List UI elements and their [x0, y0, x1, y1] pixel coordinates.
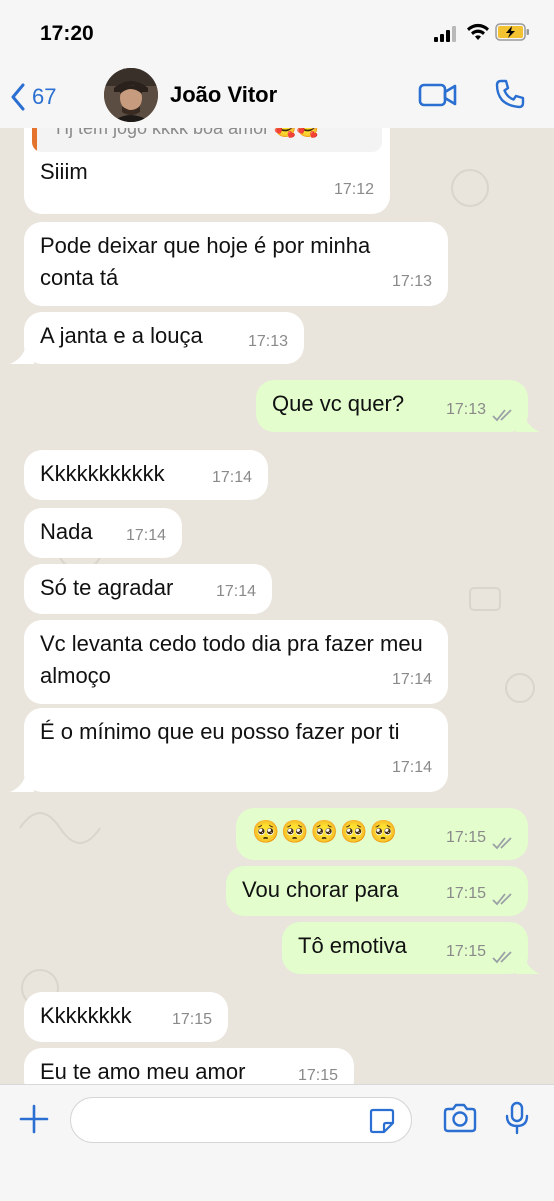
message-input[interactable]	[70, 1097, 412, 1143]
phone-icon[interactable]	[494, 78, 526, 110]
avatar[interactable]	[104, 68, 158, 122]
reply-quote-text: Hj tem jogo kkkk boa amor 🥰🥰	[56, 128, 319, 138]
message-time: 17:15	[445, 829, 486, 846]
bubble-tail	[516, 412, 540, 432]
message-text: Vou chorar para	[242, 877, 399, 902]
message-time: 17:13	[391, 273, 432, 290]
contact-photo	[104, 68, 158, 122]
wifi-icon	[467, 23, 489, 40]
message-text: Tô emotiva	[298, 933, 407, 958]
message-text: Só te agradar	[40, 575, 174, 600]
message-incoming[interactable]: Pode deixar que hoje é por minha conta t…	[24, 222, 448, 306]
chat-area[interactable]: Hj tem jogo kkkk boa amor 🥰🥰 Siiim 17:12…	[0, 128, 554, 1084]
message-time: 17:13	[445, 401, 486, 418]
message-text: 🥺🥺🥺🥺🥺	[252, 819, 399, 844]
message-text: Que vc quer?	[272, 391, 405, 416]
message-time: 17:14	[211, 469, 252, 486]
back-button[interactable]: 67	[10, 80, 80, 114]
message-text: Kkkkkkkk	[40, 1003, 132, 1028]
chevron-left-icon	[11, 83, 25, 111]
message-outgoing[interactable]: Tô emotiva 17:15	[282, 922, 528, 974]
message-outgoing[interactable]: 🥺🥺🥺🥺🥺 17:15	[236, 808, 528, 860]
message-incoming[interactable]: Kkkkkkkkkkk 17:14	[24, 450, 268, 500]
message-time: 17:15	[297, 1067, 338, 1084]
status-time: 17:20	[40, 22, 94, 45]
bubble-tail	[10, 344, 34, 364]
message-composer	[0, 1084, 554, 1201]
message-text: É o mínimo que eu posso fazer por ti	[40, 719, 400, 744]
battery-charging-icon	[495, 23, 529, 41]
message-time: 17:14	[391, 759, 432, 776]
message-incoming[interactable]: Hj tem jogo kkkk boa amor 🥰🥰 Siiim 17:12	[24, 128, 390, 214]
reply-accent-bar	[32, 128, 37, 152]
bubble-tail	[10, 772, 34, 792]
plus-icon[interactable]	[18, 1103, 50, 1135]
message-time: 17:15	[445, 885, 486, 902]
reply-quote[interactable]: Hj tem jogo kkkk boa amor 🥰🥰	[32, 128, 382, 152]
message-incoming[interactable]: A janta e a louça 17:13	[24, 312, 304, 364]
message-time: 17:12	[333, 181, 374, 198]
message-time: 17:13	[247, 333, 288, 350]
double-check-read-icon	[492, 951, 512, 964]
status-bar: 17:20	[0, 0, 554, 64]
message-time: 17:14	[215, 583, 256, 600]
message-text: Pode deixar que hoje é por minha conta t…	[40, 233, 371, 290]
microphone-icon[interactable]	[504, 1101, 530, 1135]
chat-header: 67 João Vitor	[0, 64, 554, 129]
message-time: 17:15	[445, 943, 486, 960]
message-outgoing[interactable]: Vou chorar para 17:15	[226, 866, 528, 916]
message-text: Kkkkkkkkkkk	[40, 461, 165, 486]
message-incoming[interactable]: Vc levanta cedo todo dia pra fazer meu a…	[24, 620, 448, 704]
message-time: 17:14	[391, 671, 432, 688]
message-incoming[interactable]: Eu te amo meu amor 17:15	[24, 1048, 354, 1084]
cellular-signal-icon	[434, 26, 456, 42]
message-incoming[interactable]: Kkkkkkkk 17:15	[24, 992, 228, 1042]
message-text: Vc levanta cedo todo dia pra fazer meu a…	[40, 631, 423, 688]
double-check-read-icon	[492, 893, 512, 906]
double-check-read-icon	[492, 409, 512, 422]
message-incoming[interactable]: É o mínimo que eu posso fazer por ti 17:…	[24, 708, 448, 792]
message-text: Siiim	[40, 159, 88, 184]
bubble-tail	[516, 954, 540, 974]
message-text: A janta e a louça	[40, 323, 203, 348]
double-check-read-icon	[492, 837, 512, 850]
camera-icon[interactable]	[442, 1103, 478, 1133]
message-text: Nada	[40, 519, 93, 544]
message-time: 17:15	[171, 1011, 212, 1028]
sticker-icon[interactable]	[369, 1108, 395, 1134]
message-incoming[interactable]: Nada 17:14	[24, 508, 182, 558]
back-unread-count: 67	[32, 84, 57, 109]
message-incoming[interactable]: Só te agradar 17:14	[24, 564, 272, 614]
message-text: Eu te amo meu amor	[40, 1059, 246, 1084]
video-camera-icon[interactable]	[418, 82, 458, 108]
message-time: 17:14	[125, 527, 166, 544]
message-outgoing[interactable]: Que vc quer? 17:13	[256, 380, 528, 432]
contact-name[interactable]: João Vitor	[170, 82, 277, 108]
